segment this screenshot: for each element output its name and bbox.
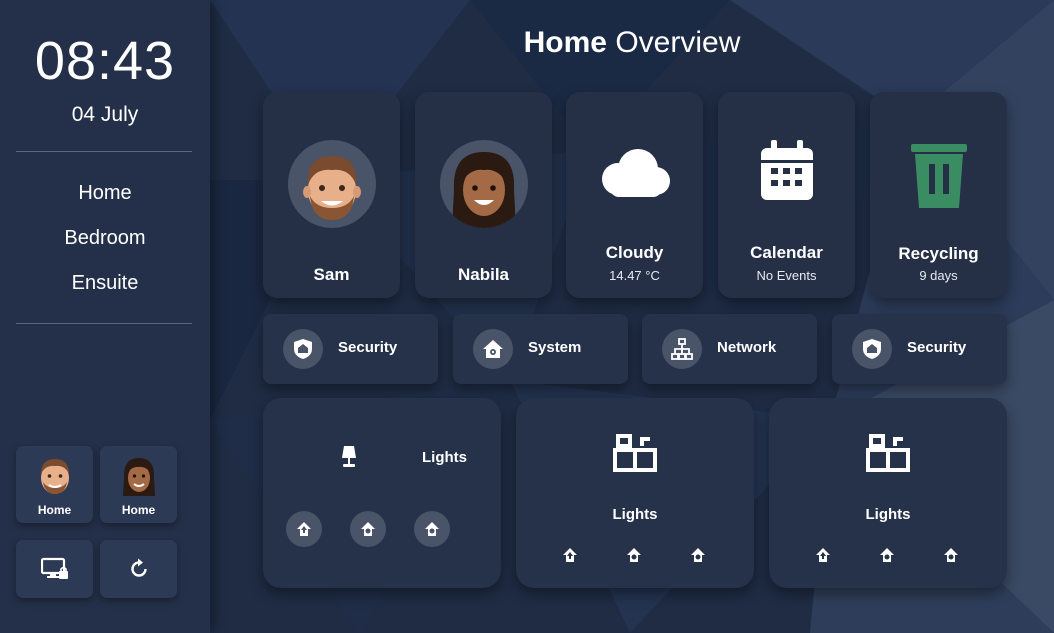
person-card-nabila[interactable]: Nabila xyxy=(415,92,552,298)
lights-card-3[interactable]: Lights xyxy=(769,398,1007,588)
lights-group-icon xyxy=(865,434,911,477)
person-home-button-nabila[interactable]: Home xyxy=(100,446,177,523)
nav-item-bedroom[interactable]: Bedroom xyxy=(0,223,210,268)
avatar xyxy=(439,140,528,228)
lights-card-2[interactable]: Lights xyxy=(516,398,754,588)
service-button-security[interactable]: Security xyxy=(263,314,438,384)
home-gear-toggle-button[interactable] xyxy=(350,511,386,547)
shield-home-icon xyxy=(852,329,892,369)
lights-label: Lights xyxy=(422,449,467,466)
page-title-light: Overview xyxy=(615,26,741,59)
service-label: Security xyxy=(907,339,967,356)
man-emoji-icon xyxy=(37,456,73,501)
person-home-label: Home xyxy=(37,503,72,517)
cloud-icon xyxy=(596,147,674,204)
service-button-network[interactable]: Network xyxy=(642,314,817,384)
lights-group-icon xyxy=(612,434,658,477)
lights-label: Lights xyxy=(865,506,911,523)
home-toggle-button[interactable] xyxy=(286,511,322,547)
service-button-system[interactable]: System xyxy=(453,314,628,384)
nav-item-home[interactable]: Home xyxy=(0,178,210,223)
home-gear-icon[interactable] xyxy=(623,544,645,566)
person-home-button-sam[interactable]: Home xyxy=(16,446,93,523)
sidebar: 08:43 04 July Home Bedroom Ensuite Home xyxy=(0,0,210,633)
calendar-card[interactable]: Calendar No Events xyxy=(718,92,855,298)
trash-bin-icon xyxy=(909,142,969,215)
person-card-sam[interactable]: Sam xyxy=(263,92,400,298)
home-arrow-icon xyxy=(297,522,311,536)
lights-label: Lights xyxy=(612,506,658,523)
screen-lock-button[interactable] xyxy=(16,540,93,598)
service-label: Network xyxy=(717,339,777,356)
network-icon xyxy=(662,329,702,369)
calendar-title: Calendar xyxy=(750,243,823,262)
home-gear-icon[interactable] xyxy=(687,544,709,566)
clock: 08:43 xyxy=(34,31,176,91)
avatar xyxy=(287,140,376,228)
date: 04 July xyxy=(71,103,139,126)
recycling-status: 9 days xyxy=(919,268,958,283)
woman-emoji-icon xyxy=(121,456,157,501)
person-home-label: Home xyxy=(121,503,156,517)
calendar-icon xyxy=(759,140,815,207)
nav-item-ensuite[interactable]: Ensuite xyxy=(0,268,210,313)
service-button-security-2[interactable]: Security xyxy=(832,314,1007,384)
page-title-bold: Home xyxy=(523,26,607,59)
lights-card-1[interactable]: Lights xyxy=(263,398,501,588)
main-panel: Home Overview Sam Nabila Cloudy 14.47 °C… xyxy=(210,0,1054,633)
home-gear-icon xyxy=(473,329,513,369)
refresh-button[interactable] xyxy=(100,540,177,598)
home-arrow-icon[interactable] xyxy=(812,544,834,566)
recycling-title: Recycling xyxy=(898,244,979,263)
home-gear-icon xyxy=(361,522,375,536)
shield-home-icon xyxy=(283,329,323,369)
home-gear-icon xyxy=(425,522,439,536)
recycling-card[interactable]: Recycling 9 days xyxy=(870,92,1007,298)
nav-menu: Home Bedroom Ensuite xyxy=(0,178,210,313)
man-emoji-icon xyxy=(302,156,361,220)
service-label: System xyxy=(528,339,582,356)
divider xyxy=(16,323,192,324)
person-name: Nabila xyxy=(457,265,510,284)
service-label: Security xyxy=(338,339,398,356)
home-gear-icon[interactable] xyxy=(940,544,962,566)
weather-condition: Cloudy xyxy=(605,243,664,262)
divider xyxy=(16,151,192,152)
home-gear-toggle-button-2[interactable] xyxy=(414,511,450,547)
page-title: Home Overview xyxy=(210,26,1054,60)
lamp-icon xyxy=(340,444,358,473)
home-arrow-icon[interactable] xyxy=(559,544,581,566)
weather-card[interactable]: Cloudy 14.47 °C xyxy=(566,92,703,298)
woman-emoji-icon xyxy=(451,152,516,228)
person-name: Sam xyxy=(313,265,350,284)
weather-temperature: 14.47 °C xyxy=(609,268,660,283)
calendar-status: No Events xyxy=(756,268,817,283)
home-gear-icon[interactable] xyxy=(876,544,898,566)
